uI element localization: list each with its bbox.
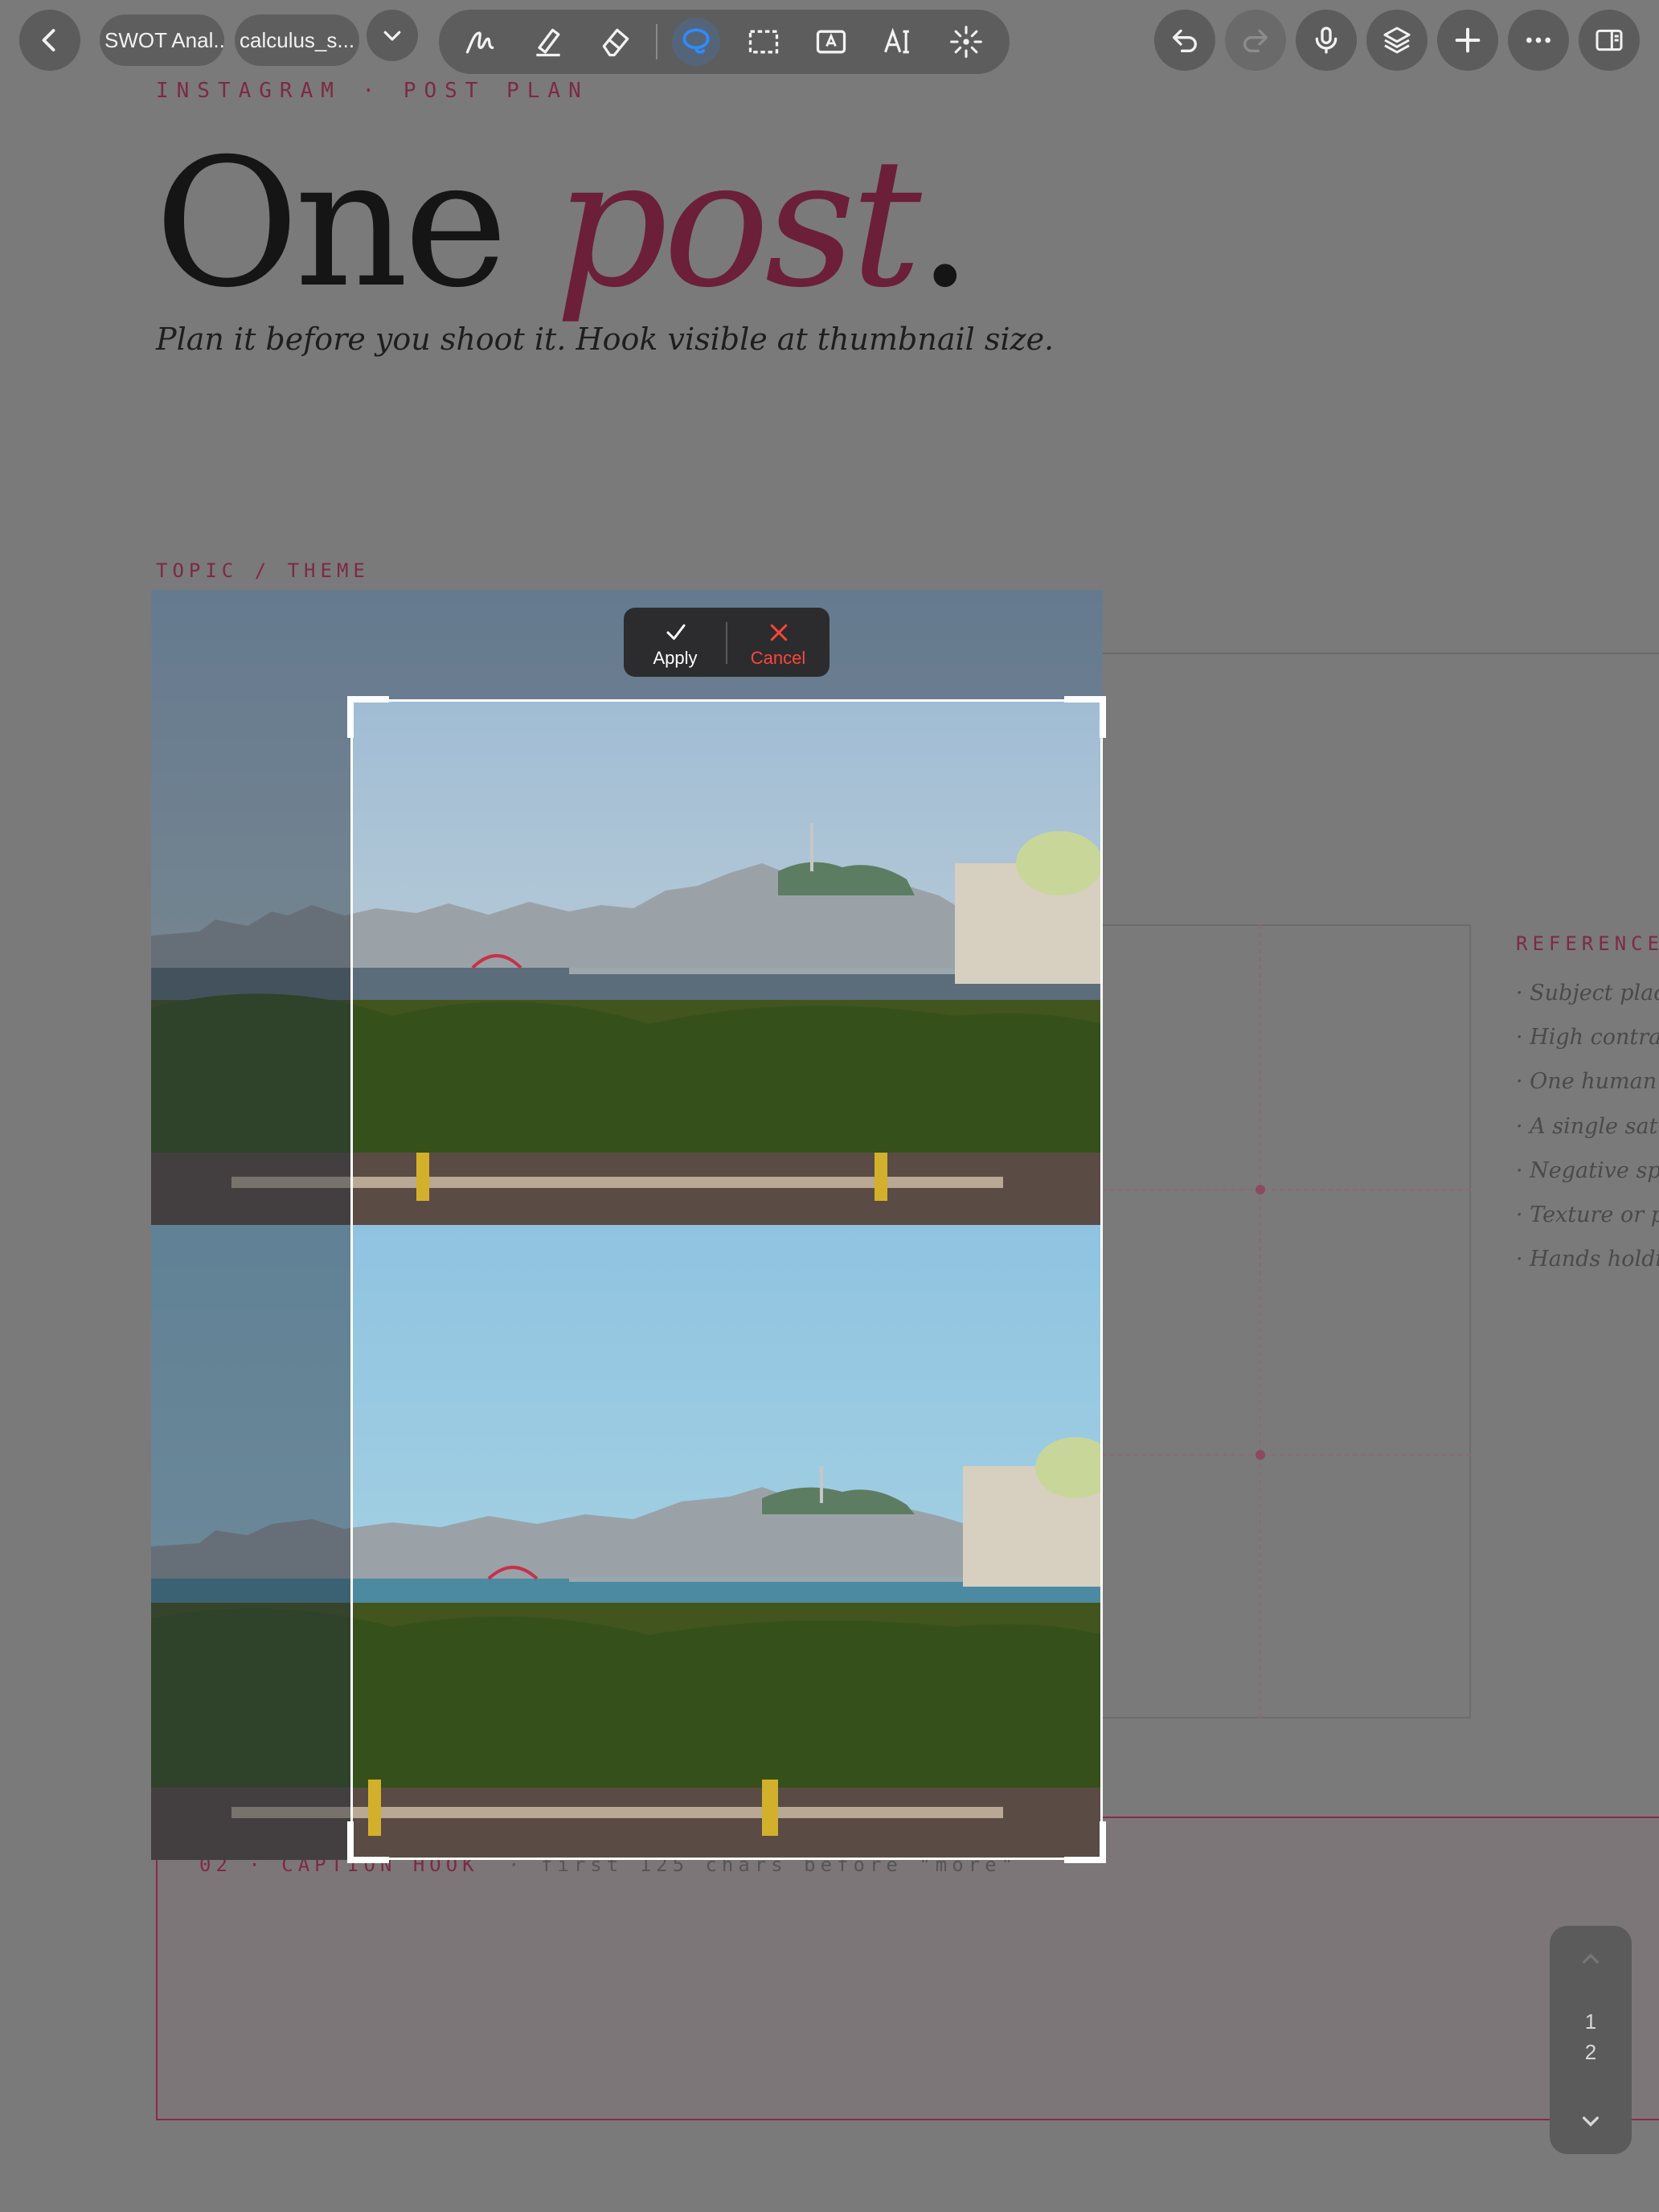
- toolbar-divider: [656, 24, 657, 59]
- more-button[interactable]: [1508, 10, 1569, 71]
- grid-horizontal-line: [1101, 1189, 1471, 1190]
- crop-rectangle[interactable]: [350, 699, 1103, 1860]
- grid-dot: [1256, 1450, 1265, 1460]
- pen-scribble-icon: [465, 31, 494, 54]
- lasso-tool[interactable]: [672, 18, 720, 66]
- dashed-rectangle-icon: [748, 30, 779, 54]
- page-up-button[interactable]: [1575, 1942, 1607, 1974]
- close-icon: [770, 624, 788, 641]
- eraser-icon: [602, 28, 629, 57]
- grid-dot: [1256, 1185, 1265, 1194]
- reference-item: · Subject placed: [1516, 981, 1659, 1006]
- crop-handle-bottom-right[interactable]: [1100, 1821, 1106, 1863]
- grid-horizontal-line: [1101, 1454, 1471, 1456]
- eraser-tool[interactable]: [596, 23, 635, 61]
- layers-icon: [1383, 27, 1411, 54]
- layers-button[interactable]: [1366, 10, 1428, 71]
- crop-handle-top-right[interactable]: [1100, 696, 1106, 738]
- text-tool[interactable]: [879, 23, 918, 61]
- text-cursor-icon: [884, 27, 909, 54]
- title-end: .: [916, 121, 973, 326]
- reference-item: · High contrast: [1516, 1025, 1659, 1050]
- highlighter-tool[interactable]: [529, 23, 567, 61]
- page-title: One post.: [154, 121, 973, 326]
- rect-select-tool[interactable]: [744, 23, 783, 61]
- reference-item: · One human fa: [1516, 1069, 1659, 1094]
- page-eyebrow: INSTAGRAM · POST PLAN: [156, 79, 589, 103]
- reference-item: · Texture or pa: [1516, 1202, 1659, 1227]
- document-tab-calculus[interactable]: calculus_s...: [235, 14, 359, 66]
- crop-action-bar: Apply Cancel: [624, 608, 830, 677]
- page-number[interactable]: 1: [1550, 2009, 1632, 2034]
- chevron-up-icon: [1583, 1953, 1599, 1964]
- apply-button[interactable]: Apply: [629, 611, 722, 674]
- title-accent: post: [555, 121, 922, 326]
- grid-vertical-line: [1260, 924, 1261, 1718]
- undo-button[interactable]: [1154, 10, 1215, 71]
- crop-handle-top-left[interactable]: [347, 696, 354, 738]
- lasso-icon: [682, 28, 710, 54]
- text-box-icon: [816, 30, 846, 54]
- reference-label: REFERENCE: [1516, 932, 1659, 955]
- laser-tool[interactable]: [947, 23, 985, 61]
- drawing-tools: [439, 10, 1010, 74]
- checkmark-icon: [666, 624, 686, 640]
- undo-icon: [1173, 29, 1197, 52]
- chevron-left-icon: [42, 29, 55, 51]
- crop-dim-left: [151, 699, 350, 1860]
- page-navigator: 1 2: [1550, 1926, 1632, 2154]
- page-down-button[interactable]: [1575, 2106, 1607, 2138]
- ellipsis-icon: [1526, 37, 1550, 43]
- chevron-down-icon: [1583, 2116, 1599, 2127]
- tab-label: calculus_s...: [240, 27, 355, 52]
- title-plain: One: [154, 121, 555, 326]
- composition-frame: [1101, 924, 1471, 1718]
- cancel-label: Cancel: [750, 648, 806, 668]
- apply-label: Apply: [653, 648, 698, 668]
- crop-handle-bottom-left[interactable]: [347, 1821, 354, 1863]
- cancel-button[interactable]: Cancel: [731, 611, 825, 674]
- back-button[interactable]: [19, 10, 80, 71]
- plus-icon: [1455, 27, 1481, 53]
- redo-icon: [1243, 29, 1268, 52]
- laser-pointer-icon: [950, 26, 982, 58]
- tabs-dropdown-button[interactable]: [367, 10, 418, 61]
- sidebar-icon: [1596, 29, 1623, 51]
- highlighter-icon: [536, 28, 560, 57]
- topic-underline: [1101, 653, 1659, 654]
- document-tab-swot[interactable]: SWOT Anal...: [100, 14, 224, 66]
- redo-button[interactable]: [1225, 10, 1286, 71]
- add-button[interactable]: [1437, 10, 1498, 71]
- page-number[interactable]: 2: [1550, 2040, 1632, 2065]
- microphone-icon: [1315, 27, 1337, 54]
- action-divider: [726, 622, 727, 664]
- microphone-button[interactable]: [1296, 10, 1357, 71]
- topic-label: TOPIC / THEME: [156, 559, 370, 582]
- pen-tool[interactable]: [461, 23, 500, 61]
- text-box-tool[interactable]: [812, 23, 850, 61]
- sidebar-toggle-button[interactable]: [1579, 10, 1640, 71]
- chevron-down-icon: [383, 31, 401, 41]
- page-subtitle: Plan it before you shoot it. Hook visibl…: [156, 322, 1055, 357]
- reference-item: · A single satur: [1516, 1114, 1659, 1139]
- reference-item: · Hands holdin: [1516, 1247, 1659, 1272]
- tab-label: SWOT Anal...: [104, 27, 224, 52]
- reference-item: · Negative spac: [1516, 1158, 1659, 1183]
